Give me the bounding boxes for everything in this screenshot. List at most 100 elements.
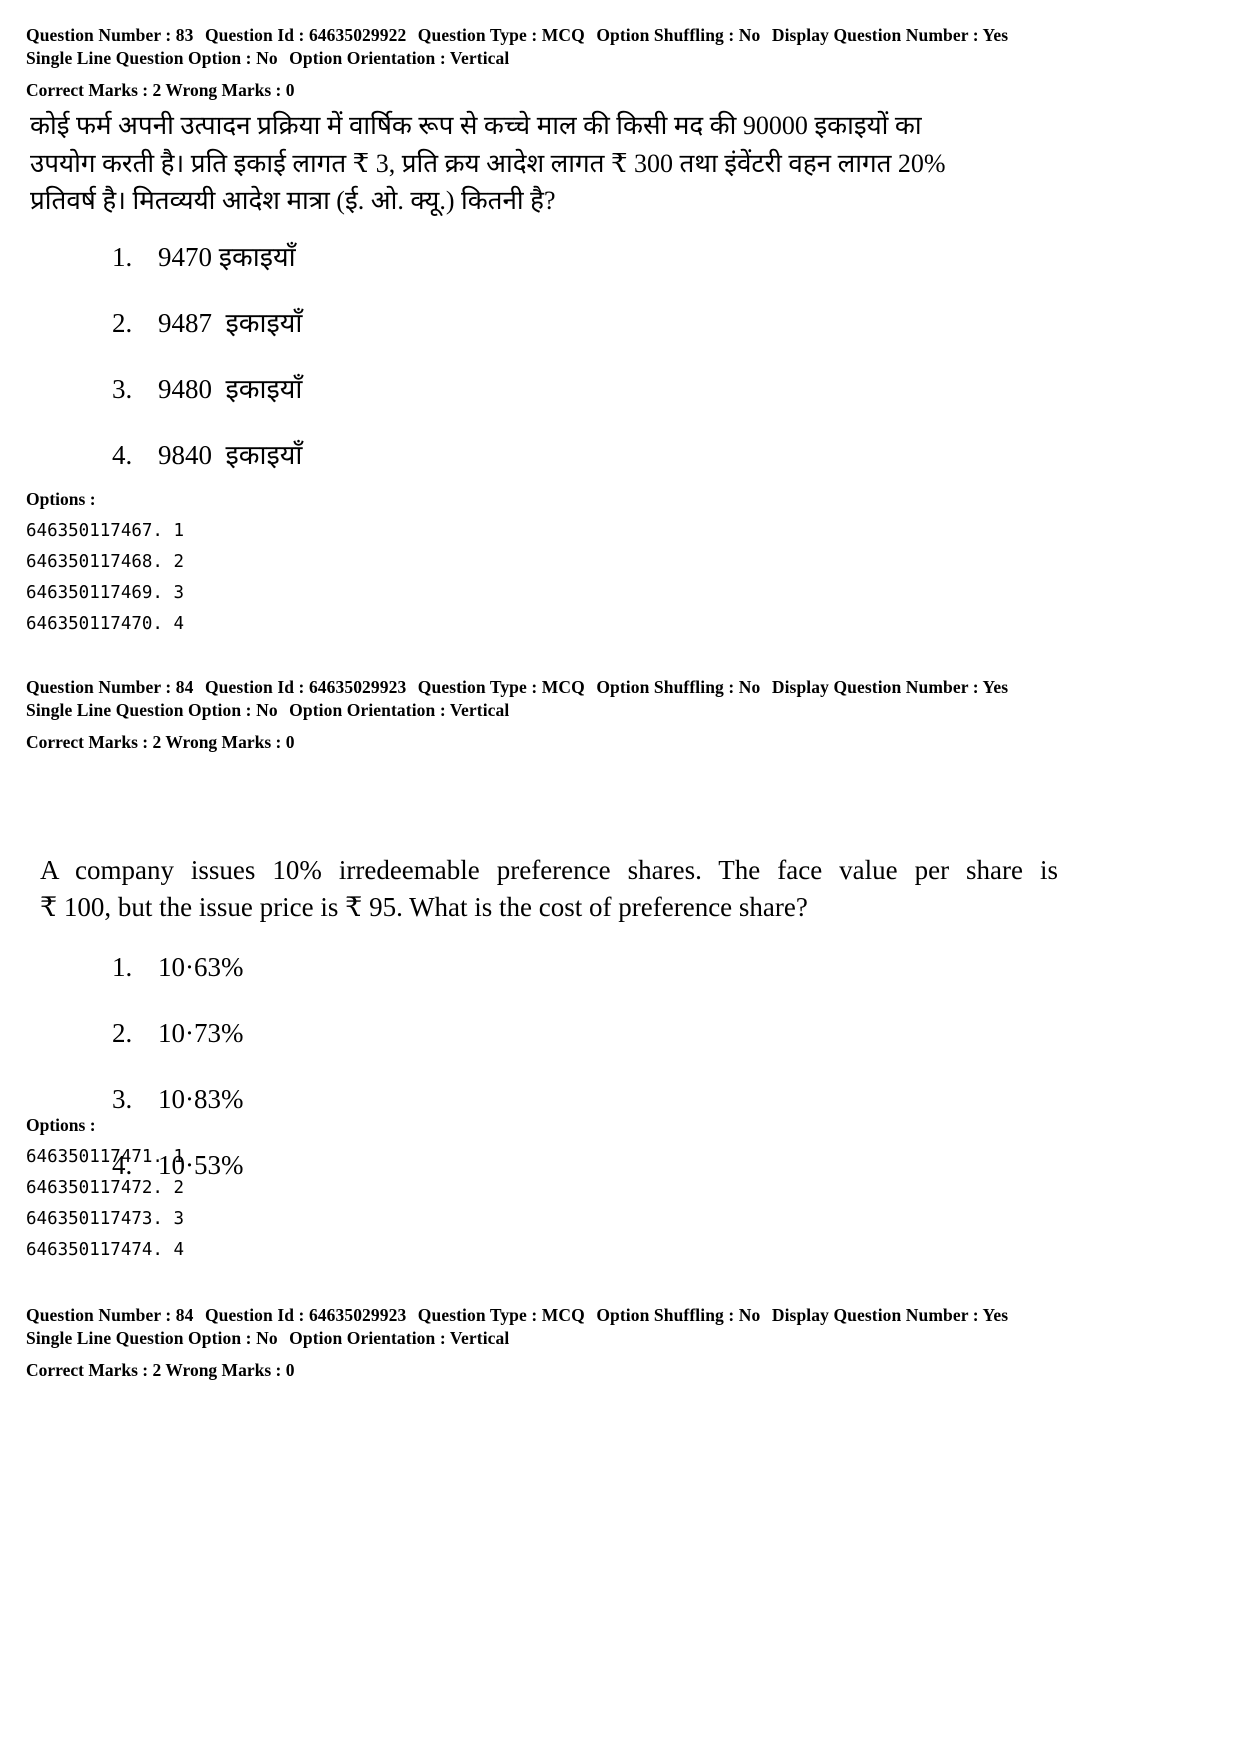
meta-line-secondary: Single Line Question Option : No Option … bbox=[26, 1327, 1056, 1350]
question-number-value: 84 bbox=[175, 1305, 194, 1325]
question-id-label: Question Id : bbox=[204, 677, 305, 697]
display-question-number-value: Yes bbox=[982, 25, 1009, 45]
option-shuffling-value: No bbox=[738, 25, 761, 45]
choice-number: 1. bbox=[112, 242, 133, 272]
stem-line: प्रतिवर्ष है। मितव्ययी आदेश मात्रा (ई. ओ… bbox=[30, 186, 556, 216]
option-shuffling-label: Option Shuffling : bbox=[596, 1305, 735, 1325]
question-84-choices: 1. 10·63% 2. 10·73% 3. 10·83% 4. 10·53% bbox=[96, 952, 696, 1216]
choice-number: 2. bbox=[112, 1018, 133, 1048]
question-id-value: 64635029922 bbox=[308, 25, 407, 45]
page-canvas: Question Number : 83 Question Id : 64635… bbox=[0, 0, 1240, 1754]
single-line-question-option-label: Single Line Question Option : bbox=[26, 48, 252, 69]
option-id-list: 646350117471. 1 646350117472. 2 64635011… bbox=[26, 1142, 184, 1267]
option-id-item: 646350117474. 4 bbox=[26, 1240, 185, 1261]
choice-text: 9840 इकाइयाँ bbox=[158, 440, 303, 470]
stem-line: A company issues 10% irredeemable prefer… bbox=[40, 855, 1058, 885]
question-type-label: Question Type : bbox=[417, 1305, 538, 1325]
wrong-marks-value: 0 bbox=[285, 1360, 295, 1381]
question-id-value: 64635029923 bbox=[308, 1305, 407, 1325]
single-line-question-option-value: No bbox=[256, 48, 278, 69]
choice-option[interactable]: 1. 9470 इकाइयाँ bbox=[96, 237, 696, 303]
question-type-value: MCQ bbox=[541, 25, 585, 45]
wrong-marks-label: Wrong Marks : bbox=[165, 80, 282, 101]
option-orientation-label: Option Orientation : bbox=[289, 48, 446, 69]
choice-text: 9487 इकाइयाँ bbox=[158, 308, 303, 338]
meta-line-secondary: Single Line Question Option : No Option … bbox=[26, 47, 1056, 70]
choice-number: 4. bbox=[112, 440, 133, 470]
question-id-value: 64635029923 bbox=[308, 677, 407, 697]
option-id-item: 646350117469. 3 bbox=[26, 583, 185, 604]
question-83-choices: 1. 9470 इकाइयाँ 2. 9487 इकाइयाँ 3. 9480 … bbox=[96, 237, 696, 501]
meta-line-primary: Question Number : 84 Question Id : 64635… bbox=[26, 1304, 1056, 1327]
question-id-label: Question Id : bbox=[204, 1305, 305, 1325]
option-orientation-label: Option Orientation : bbox=[289, 1328, 446, 1349]
option-shuffling-value: No bbox=[738, 677, 761, 697]
option-id-item: 646350117472. 2 bbox=[26, 1178, 185, 1199]
question-number-label: Question Number : bbox=[26, 1305, 172, 1325]
correct-marks-label: Correct Marks : bbox=[26, 1360, 149, 1381]
option-shuffling-label: Option Shuffling : bbox=[596, 25, 735, 45]
option-id-item: 646350117468. 2 bbox=[26, 552, 185, 573]
choice-text: 10·83% bbox=[158, 1084, 244, 1114]
wrong-marks-value: 0 bbox=[285, 732, 295, 753]
choice-option[interactable]: 2. 9487 इकाइयाँ bbox=[96, 303, 696, 369]
display-question-number-label: Display Question Number : bbox=[771, 677, 979, 697]
question-type-value: MCQ bbox=[541, 1305, 585, 1325]
option-orientation-value: Vertical bbox=[449, 1328, 510, 1349]
question-84-repeat-meta: Question Number : 84 Question Id : 64635… bbox=[26, 1304, 1056, 1381]
meta-line-secondary: Single Line Question Option : No Option … bbox=[26, 699, 1056, 722]
meta-line-primary: Question Number : 83 Question Id : 64635… bbox=[26, 24, 1056, 47]
question-84-options-block: Options : 646350117471. 1 646350117472. … bbox=[26, 1115, 184, 1267]
correct-marks-value: 2 bbox=[152, 1360, 162, 1381]
single-line-question-option-value: No bbox=[256, 700, 278, 721]
option-orientation-value: Vertical bbox=[449, 700, 510, 721]
choice-text: 9480 इकाइयाँ bbox=[158, 374, 303, 404]
stem-line: कोई फर्म अपनी उत्पादन प्रक्रिया में वार्… bbox=[30, 111, 922, 140]
marks-line: Correct Marks : 2 Wrong Marks : 0 bbox=[26, 732, 1056, 753]
correct-marks-value: 2 bbox=[152, 732, 162, 753]
single-line-question-option-value: No bbox=[256, 1328, 278, 1349]
question-type-label: Question Type : bbox=[417, 677, 538, 697]
question-83-stem: कोई फर्म अपनी उत्पादन प्रक्रिया में वार्… bbox=[30, 107, 1060, 220]
option-shuffling-label: Option Shuffling : bbox=[596, 677, 735, 697]
choice-option[interactable]: 3. 10·83% bbox=[96, 1084, 696, 1150]
wrong-marks-label: Wrong Marks : bbox=[165, 732, 282, 753]
display-question-number-label: Display Question Number : bbox=[771, 1305, 979, 1325]
option-id-item: 646350117470. 4 bbox=[26, 614, 185, 635]
marks-line: Correct Marks : 2 Wrong Marks : 0 bbox=[26, 1360, 1056, 1381]
question-type-label: Question Type : bbox=[417, 25, 538, 45]
option-id-item: 646350117471. 1 bbox=[26, 1147, 185, 1167]
stem-line: उपयोग करती है। प्रति इकाई लागत ₹ 3, प्रत… bbox=[30, 148, 946, 178]
correct-marks-value: 2 bbox=[152, 80, 162, 101]
choice-number: 1. bbox=[112, 952, 133, 982]
option-shuffling-value: No bbox=[738, 1305, 761, 1325]
correct-marks-label: Correct Marks : bbox=[26, 732, 149, 753]
question-number-value: 83 bbox=[175, 25, 194, 45]
options-heading: Options : bbox=[26, 1115, 96, 1135]
choice-option[interactable]: 2. 10·73% bbox=[96, 1018, 696, 1084]
single-line-question-option-label: Single Line Question Option : bbox=[26, 700, 252, 721]
display-question-number-value: Yes bbox=[982, 1305, 1009, 1325]
choice-option[interactable]: 1. 10·63% bbox=[96, 952, 696, 1018]
display-question-number-label: Display Question Number : bbox=[771, 25, 979, 45]
choice-option[interactable]: 4. 9840 इकाइयाँ bbox=[96, 435, 696, 501]
marks-line: Correct Marks : 2 Wrong Marks : 0 bbox=[26, 80, 1056, 101]
question-83-meta: Question Number : 83 Question Id : 64635… bbox=[26, 24, 1056, 101]
wrong-marks-label: Wrong Marks : bbox=[165, 1360, 282, 1381]
meta-line-primary: Question Number : 84 Question Id : 64635… bbox=[26, 676, 1056, 699]
question-type-value: MCQ bbox=[541, 677, 585, 697]
question-84-stem: A company issues 10% irredeemable prefer… bbox=[40, 852, 1058, 926]
question-id-label: Question Id : bbox=[204, 25, 305, 45]
question-number-value: 84 bbox=[175, 677, 194, 697]
choice-option[interactable]: 3. 9480 इकाइयाँ bbox=[96, 369, 696, 435]
options-heading: Options : bbox=[26, 489, 96, 509]
choice-text: 9470 इकाइयाँ bbox=[158, 242, 296, 272]
correct-marks-label: Correct Marks : bbox=[26, 80, 149, 101]
option-id-item: 646350117473. 3 bbox=[26, 1209, 185, 1230]
choice-number: 3. bbox=[112, 374, 133, 404]
choice-option[interactable]: 4. 10·53% bbox=[96, 1150, 696, 1216]
option-id-list: 646350117467. 1 646350117468. 2 64635011… bbox=[26, 516, 184, 641]
option-orientation-label: Option Orientation : bbox=[289, 700, 446, 721]
choice-text: 10·73% bbox=[158, 1018, 244, 1048]
option-orientation-value: Vertical bbox=[449, 48, 510, 69]
